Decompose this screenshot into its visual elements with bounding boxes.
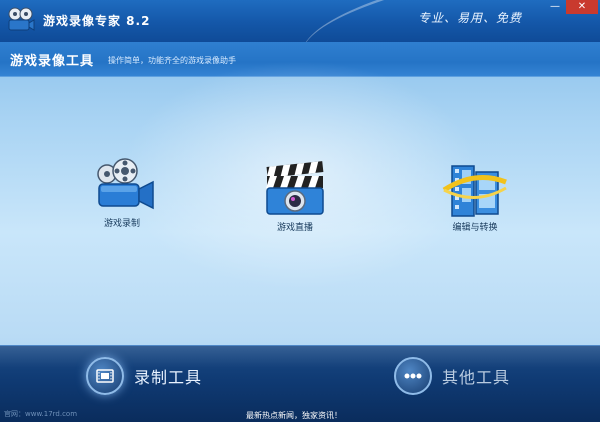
record-tools-label: 录制工具	[134, 368, 203, 387]
film-camera-icon	[97, 158, 154, 210]
record-tools-button[interactable]: 录制工具	[86, 354, 202, 398]
slogan: 专业、易用、免费	[418, 11, 523, 25]
other-tools-button[interactable]: 其他工具	[394, 354, 510, 398]
app-title: 游戏录像专家 8.2	[43, 14, 151, 28]
film-strip-icon	[442, 165, 507, 217]
app-window: 游戏录像专家 8.2 专业、易用、免费 — ✕ 游戏录像工具 操作简单，功能齐全…	[0, 0, 600, 422]
other-tools-circle	[394, 357, 432, 395]
section-description: 操作简单，功能齐全的游戏录像助手	[108, 56, 236, 65]
minimize-button[interactable]: —	[546, 0, 564, 14]
film-icon	[96, 369, 114, 383]
clapperboard-icon	[266, 161, 324, 215]
close-button[interactable]: ✕	[566, 0, 598, 14]
website-link[interactable]: 官网：www.17rd.com	[4, 409, 77, 419]
tool-label: 游戏直播	[276, 223, 313, 233]
tool-label: 游戏录制	[103, 219, 140, 229]
news-ticker-link[interactable]: 最新热点新闻，独家资讯！	[246, 410, 342, 421]
tool-label: 编辑与转换	[452, 223, 498, 233]
section-title: 游戏录像工具	[10, 54, 95, 69]
more-dots-icon	[404, 373, 422, 379]
app-logo-icon	[8, 7, 35, 31]
title-bar: 游戏录像专家 8.2 专业、易用、免费 — ✕	[0, 0, 600, 112]
game-record-tool[interactable]: 游戏录制	[67, 156, 177, 246]
record-tools-circle	[86, 357, 124, 395]
other-tools-label: 其他工具	[442, 368, 511, 387]
game-live-tool[interactable]: 游戏直播	[240, 160, 350, 250]
edit-convert-tool[interactable]: 编辑与转换	[420, 160, 530, 250]
